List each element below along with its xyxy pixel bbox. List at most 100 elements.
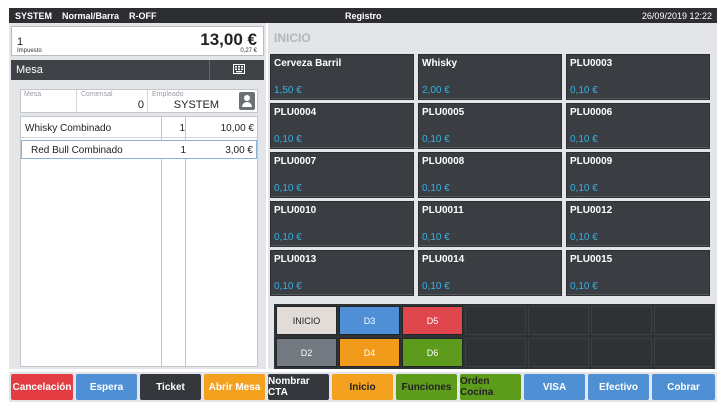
ticket-item-qty: 1: [180, 145, 186, 156]
subcategory-slot-empty: [591, 306, 652, 335]
window-title: Registro: [345, 10, 382, 21]
product-price: 0,10 €: [274, 281, 302, 292]
product-name: PLU0006: [570, 107, 613, 118]
product-tile[interactable]: PLU0005 0,10 €: [418, 103, 562, 149]
ticket-lines: Whisky Combinado 1 10,00 € Red Bull Comb…: [20, 116, 258, 367]
divider: [209, 60, 210, 80]
tax-value: 0,27 €: [240, 48, 257, 54]
diners-field-value: 0: [137, 99, 144, 111]
product-tile[interactable]: PLU0009 0,10 €: [566, 152, 710, 198]
item-count: 1: [17, 36, 24, 48]
product-name: PLU0003: [570, 58, 613, 69]
ticket-row[interactable]: Whisky Combinado 1 10,00 €: [21, 119, 257, 138]
product-name: PLU0005: [422, 107, 465, 118]
product-tile[interactable]: Whisky 2,00 €: [418, 54, 562, 100]
datetime-label: 26/09/2019 12:22: [641, 10, 712, 21]
home-button[interactable]: Inicio: [332, 374, 393, 400]
product-name: PLU0012: [570, 205, 613, 216]
subcategory-slot-empty: [591, 338, 652, 367]
visa-button[interactable]: VISA: [524, 374, 585, 400]
product-name: PLU0004: [274, 107, 317, 118]
employee-field[interactable]: Empleado SYSTEM: [149, 90, 241, 112]
charge-button[interactable]: Cobrar: [652, 374, 715, 400]
employee-field-value: SYSTEM: [173, 99, 219, 111]
product-tile[interactable]: PLU0013 0,10 €: [270, 250, 414, 296]
product-tile[interactable]: PLU0007 0,10 €: [270, 152, 414, 198]
open-table-button[interactable]: Abrir Mesa: [204, 374, 265, 400]
product-tile[interactable]: PLU0012 0,10 €: [566, 201, 710, 247]
subcategory-slot-empty: [528, 306, 589, 335]
product-tile[interactable]: PLU0014 0,10 €: [418, 250, 562, 296]
ticket-item-price: 3,00 €: [225, 145, 253, 156]
subcategory-button-inicio[interactable]: INICIO: [276, 306, 337, 335]
product-name: PLU0015: [570, 254, 613, 265]
product-price: 0,10 €: [274, 232, 302, 243]
mode-label: Normal/Barra: [62, 10, 120, 21]
product-price: 0,10 €: [570, 183, 598, 194]
subcategory-button-d4[interactable]: D4: [339, 338, 400, 367]
table-selector[interactable]: Mesa: [11, 60, 264, 80]
product-name: PLU0013: [274, 254, 317, 265]
product-price: 0,10 €: [422, 232, 450, 243]
product-name: PLU0008: [422, 156, 465, 167]
product-price: 0,10 €: [570, 281, 598, 292]
product-name: Whisky: [422, 58, 458, 69]
product-price: 2,00 €: [422, 85, 450, 96]
subcategory-slot-empty: [654, 306, 715, 335]
product-tile[interactable]: Cerveza Barril 1,50 €: [270, 54, 414, 100]
diners-field-caption: Comensal: [81, 91, 113, 98]
product-price: 0,10 €: [274, 134, 302, 145]
product-price: 0,10 €: [422, 134, 450, 145]
status-bar: SYSTEM Normal/Barra R-OFF Registro 26/09…: [9, 8, 717, 23]
hold-button[interactable]: Espera: [76, 374, 137, 400]
order-panel: 1 13,00 € Impuesto 0,27 € Mesa Mesa Come…: [9, 23, 266, 369]
product-price: 0,10 €: [274, 183, 302, 194]
diners-field[interactable]: Comensal 0: [78, 90, 148, 112]
ticket-row-selected[interactable]: Red Bull Combinado 1 3,00 €: [21, 140, 257, 159]
flag-label: R-OFF: [129, 10, 157, 21]
product-name: PLU0010: [274, 205, 317, 216]
ticket-item-name: Red Bull Combinado: [31, 145, 123, 156]
kitchen-order-button[interactable]: Orden Cocina: [460, 374, 521, 400]
product-price: 0,10 €: [570, 85, 598, 96]
ticket-item-name: Whisky Combinado: [25, 123, 112, 134]
cancel-button[interactable]: Cancelación: [11, 374, 73, 400]
product-price: 0,10 €: [422, 281, 450, 292]
keyboard-icon[interactable]: [233, 64, 245, 74]
product-tile[interactable]: PLU0004 0,10 €: [270, 103, 414, 149]
employee-icon[interactable]: [239, 92, 255, 110]
subcategory-button-d3[interactable]: D3: [339, 306, 400, 335]
subcategory-button-d5[interactable]: D5: [402, 306, 463, 335]
subcategory-slot-empty: [528, 338, 589, 367]
tax-label: Impuesto: [17, 48, 42, 54]
subcategory-slot-empty: [654, 338, 715, 367]
table-label: Mesa: [16, 64, 43, 76]
product-name: PLU0007: [274, 156, 317, 167]
functions-button[interactable]: Funciones: [396, 374, 457, 400]
ticket-button[interactable]: Ticket: [140, 374, 201, 400]
product-price: 0,10 €: [422, 183, 450, 194]
product-tile[interactable]: PLU0015 0,10 €: [566, 250, 710, 296]
subcategory-button-d2[interactable]: D2: [276, 338, 337, 367]
product-name: PLU0011: [422, 205, 464, 216]
table-field[interactable]: Mesa: [21, 90, 77, 112]
action-bar: Cancelación Espera Ticket Abrir Mesa Nom…: [9, 372, 717, 402]
ticket-item-price: 10,00 €: [220, 123, 254, 134]
product-name: PLU0014: [422, 254, 465, 265]
name-account-button[interactable]: Nombrar CTA: [268, 374, 329, 400]
product-tile[interactable]: PLU0003 0,10 €: [566, 54, 710, 100]
product-name: Cerveza Barril: [274, 58, 342, 69]
product-tile[interactable]: PLU0010 0,10 €: [270, 201, 414, 247]
subcategory-button-d6[interactable]: D6: [402, 338, 463, 367]
product-tile[interactable]: PLU0011 0,10 €: [418, 201, 562, 247]
order-info-fields: Mesa Comensal 0 Empleado SYSTEM: [20, 89, 258, 113]
subcategory-grid: INICIO D3 D5 D2 D4 D6: [274, 304, 715, 369]
employee-field-caption: Empleado: [152, 91, 184, 98]
product-tile[interactable]: PLU0008 0,10 €: [418, 152, 562, 198]
subcategory-slot-empty: [465, 306, 526, 335]
cash-button[interactable]: Efectivo: [588, 374, 649, 400]
user-label: SYSTEM: [15, 10, 53, 21]
order-total: 13,00 €: [200, 30, 257, 49]
product-price: 0,10 €: [570, 232, 598, 243]
product-tile[interactable]: PLU0006 0,10 €: [566, 103, 710, 149]
